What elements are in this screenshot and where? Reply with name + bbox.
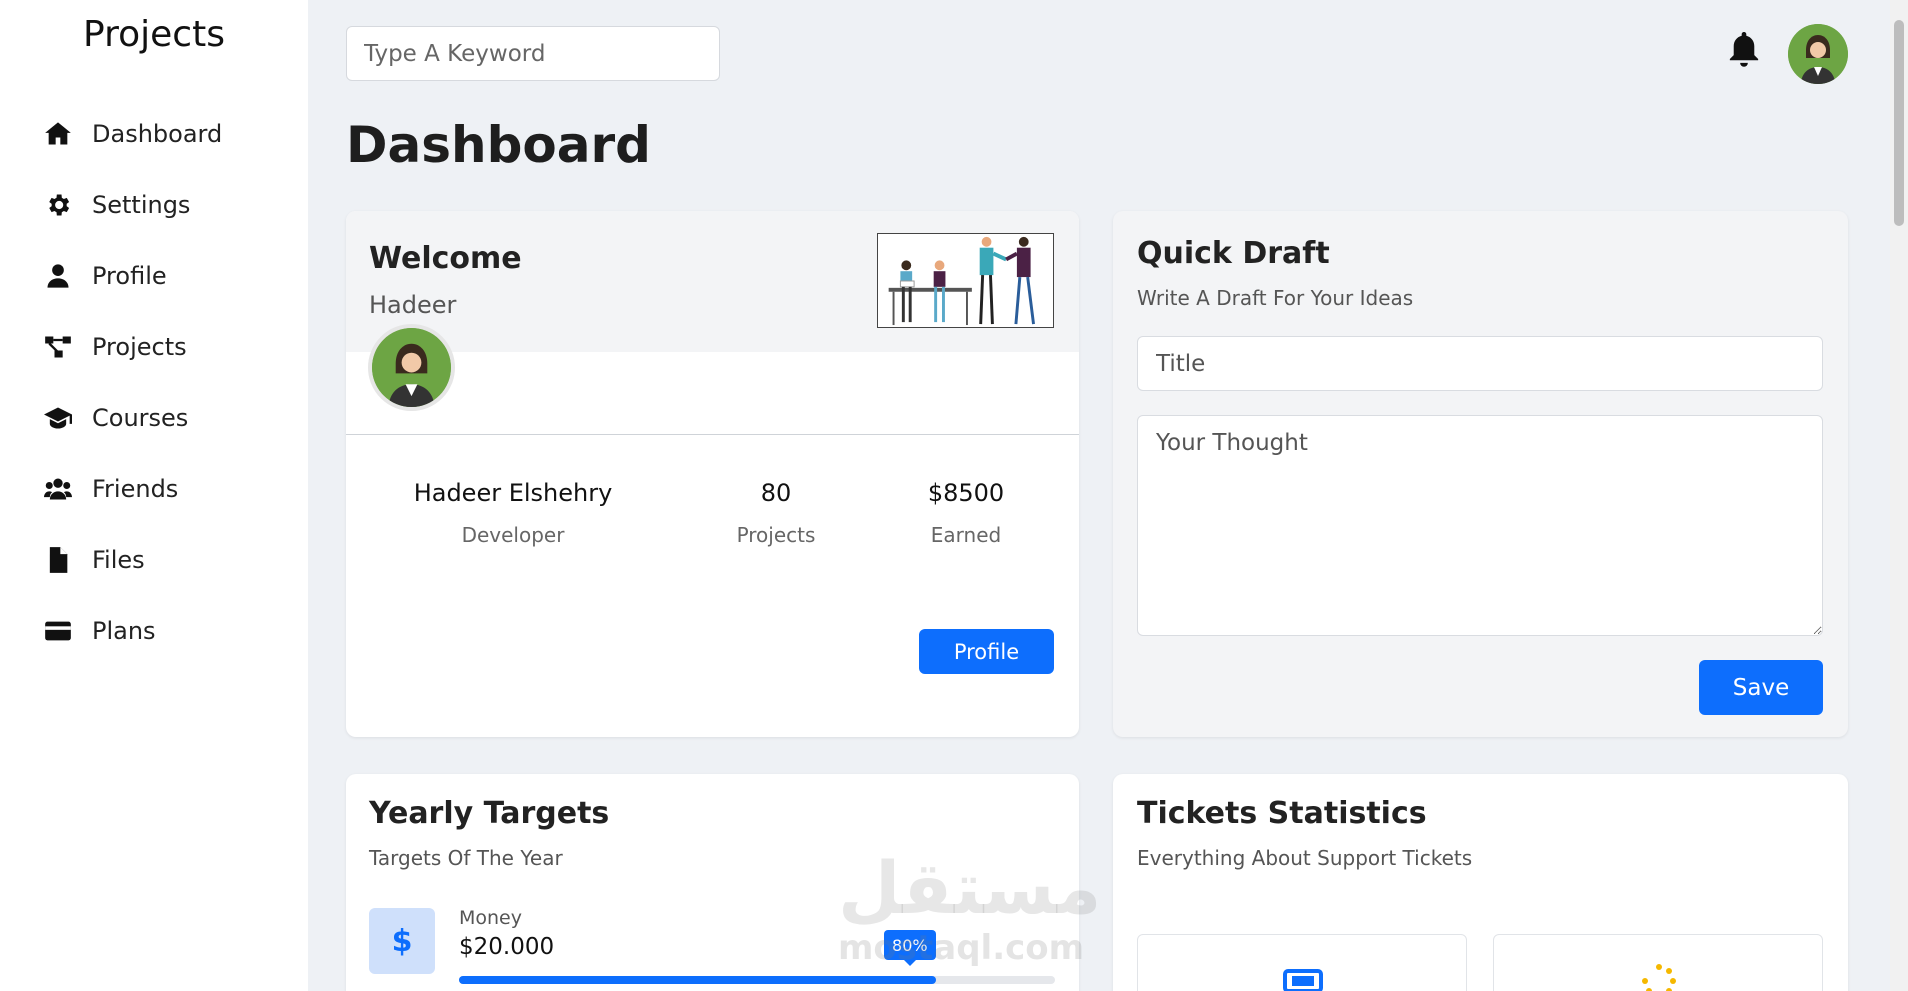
sidebar-item-label: Projects xyxy=(92,332,187,361)
money-progress-fill xyxy=(459,976,936,984)
credit-card-icon xyxy=(42,615,74,647)
welcome-title: Welcome xyxy=(369,241,522,276)
yearly-targets-subtitle: Targets Of The Year xyxy=(369,846,563,870)
sidebar-item-label: Friends xyxy=(92,474,179,503)
money-value: $20.000 xyxy=(459,934,555,960)
sidebar-item-files[interactable]: Files xyxy=(42,524,222,595)
sidebar-item-dashboard[interactable]: Dashboard xyxy=(42,98,222,169)
sidebar-item-label: Courses xyxy=(92,403,189,432)
stat-label: Developer xyxy=(461,523,565,547)
tickets-statistics-card: Tickets Statistics Everything About Supp… xyxy=(1113,774,1848,991)
stat-projects: 80 Projects xyxy=(711,479,841,547)
tickets-subtitle: Everything About Support Tickets xyxy=(1137,846,1473,870)
stat-name: Hadeer Elshehry Developer xyxy=(398,479,628,547)
ticket-stat-box xyxy=(1137,934,1467,991)
stat-label: Earned xyxy=(930,523,1002,547)
yearly-targets-title: Yearly Targets xyxy=(369,796,610,831)
sidebar-item-label: Plans xyxy=(92,616,156,645)
quick-draft-card: Quick Draft Write A Draft For Your Ideas… xyxy=(1113,211,1848,737)
welcome-illustration xyxy=(877,233,1054,328)
tickets-title: Tickets Statistics xyxy=(1137,796,1427,831)
sidebar-item-friends[interactable]: Friends xyxy=(42,453,222,524)
user-icon xyxy=(42,260,74,292)
diagram-icon xyxy=(42,331,74,363)
sidebar-item-projects[interactable]: Projects xyxy=(42,311,222,382)
divider xyxy=(346,434,1079,435)
sidebar-item-settings[interactable]: Settings xyxy=(42,169,222,240)
sidebar-item-label: Profile xyxy=(92,261,167,290)
home-icon xyxy=(42,118,74,150)
scrollbar-thumb[interactable] xyxy=(1894,20,1904,226)
quick-draft-title: Quick Draft xyxy=(1137,236,1330,271)
spinner-icon xyxy=(1642,964,1676,991)
welcome-avatar xyxy=(368,324,455,411)
sidebar-item-plans[interactable]: Plans xyxy=(42,595,222,666)
welcome-card: Welcome Hadeer Hadeer Elshehry Developer… xyxy=(346,211,1079,737)
sidebar-item-profile[interactable]: Profile xyxy=(42,240,222,311)
scrollbar[interactable] xyxy=(1890,0,1908,991)
stat-value: Hadeer Elshehry xyxy=(413,479,613,507)
sidebar-item-label: Settings xyxy=(92,190,191,219)
stat-value: $8500 xyxy=(927,479,1005,507)
bell-icon[interactable] xyxy=(1728,32,1760,68)
watermark-site: mostaql.com xyxy=(838,928,1085,968)
sidebar-item-courses[interactable]: Courses xyxy=(42,382,222,453)
sidebar: Projects Dashboard Settings Profile Proj… xyxy=(0,0,308,991)
stat-earned: $8500 Earned xyxy=(901,479,1031,547)
money-progress-track xyxy=(459,976,1055,984)
avatar[interactable] xyxy=(1788,24,1848,84)
draft-thought-textarea[interactable] xyxy=(1137,415,1823,636)
save-button[interactable]: Save xyxy=(1699,660,1823,715)
profile-button[interactable]: Profile xyxy=(919,629,1054,674)
dollar-icon: $ xyxy=(369,908,435,974)
users-icon xyxy=(42,473,74,505)
graduation-cap-icon xyxy=(42,402,74,434)
stat-label: Projects xyxy=(736,523,816,547)
search-input[interactable] xyxy=(346,26,720,81)
sidebar-item-label: Dashboard xyxy=(92,119,223,148)
sidebar-item-label: Files xyxy=(92,545,145,574)
file-icon xyxy=(42,544,74,576)
watermark-logo: مستقل xyxy=(838,846,1102,930)
stat-value: 80 xyxy=(760,479,792,507)
ticket-stat-box xyxy=(1493,934,1823,991)
brand-title: Projects xyxy=(83,14,225,55)
money-label: Money xyxy=(459,907,522,929)
draft-title-input[interactable] xyxy=(1137,336,1823,391)
sidebar-nav: Dashboard Settings Profile Projects Cour… xyxy=(42,98,222,666)
quick-draft-subtitle: Write A Draft For Your Ideas xyxy=(1137,286,1414,310)
welcome-name: Hadeer xyxy=(369,291,457,319)
page-title: Dashboard xyxy=(346,116,651,174)
ticket-icon xyxy=(1283,969,1323,991)
gear-icon xyxy=(42,189,74,221)
